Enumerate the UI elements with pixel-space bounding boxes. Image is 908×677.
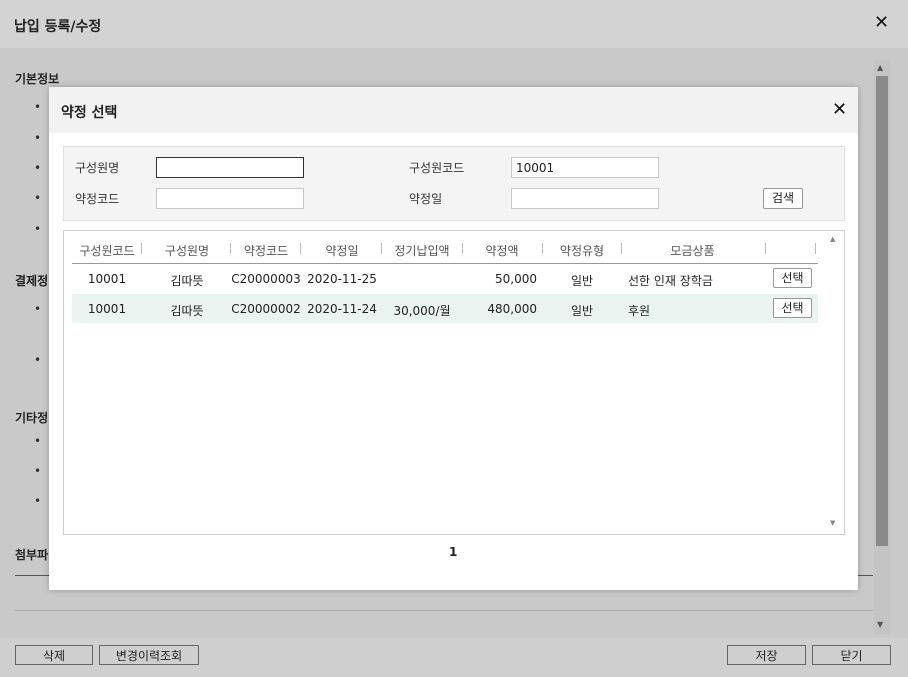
- pledge-code-input[interactable]: [156, 188, 304, 209]
- modal-header: 약정 선택 ✕: [49, 87, 858, 133]
- col-header: 정기납입액: [394, 244, 450, 258]
- section-payment-info: 결제정: [15, 274, 49, 288]
- cell-member-code: 10001: [87, 302, 127, 316]
- page-number[interactable]: 1: [449, 545, 457, 559]
- scrollbar-thumb[interactable]: [876, 76, 888, 546]
- bullet: •: [34, 222, 42, 236]
- search-button[interactable]: 검색: [763, 188, 803, 209]
- table-row[interactable]: 10001 김따뜻 C20000002 2020-11-24 30,000/월 …: [72, 294, 818, 323]
- divider: [15, 610, 873, 611]
- bullet: •: [34, 434, 42, 448]
- cell-product: 후원: [628, 304, 651, 318]
- col-separator: [542, 243, 543, 254]
- scroll-up-icon[interactable]: ▲: [877, 63, 883, 72]
- delete-button[interactable]: 삭제: [15, 645, 93, 665]
- col-header: 약정유형: [559, 244, 605, 258]
- col-header: 구성원코드: [79, 244, 135, 258]
- pledge-code-label: 약정코드: [75, 192, 120, 206]
- cell-product: 선한 인재 장학금: [628, 274, 713, 288]
- cell-pledge-date: 2020-11-25: [307, 272, 377, 286]
- select-button[interactable]: 선택: [773, 268, 812, 288]
- member-name-label: 구성원명: [75, 161, 120, 175]
- pledge-grid: 구성원코드 구성원명 약정코드 약정일 정기납입액 약정액 약정유형 모금상품 …: [63, 230, 845, 535]
- col-header: 모금상품: [670, 244, 715, 258]
- close-icon[interactable]: ✕: [832, 99, 847, 120]
- modal-title: 약정 선택: [61, 105, 118, 121]
- col-header: 약정코드: [243, 244, 289, 258]
- bullet: •: [34, 100, 42, 114]
- close-icon[interactable]: ✕: [874, 14, 889, 32]
- close-button[interactable]: 닫기: [812, 645, 891, 665]
- cell-pledge-type: 일반: [570, 274, 594, 288]
- col-header: 약정일: [325, 244, 359, 258]
- cell-pledge-date: 2020-11-24: [307, 302, 377, 316]
- col-header: 약정액: [485, 244, 519, 258]
- dialog-header: 납입 등록/수정 ✕: [0, 0, 908, 48]
- cell-member-code: 10001: [87, 272, 127, 286]
- scroll-down-icon[interactable]: ▼: [877, 620, 883, 629]
- select-button[interactable]: 선택: [773, 298, 812, 318]
- pledge-date-label: 약정일: [409, 192, 443, 206]
- member-code-label: 구성원코드: [409, 161, 465, 175]
- col-separator: [765, 243, 766, 254]
- section-basic-info: 기본정보: [15, 72, 60, 86]
- cell-pledge-code: C20000003: [231, 272, 301, 286]
- dialog-scrollbar[interactable]: ▲ ▼: [874, 60, 890, 634]
- scroll-up-icon[interactable]: ▲: [830, 235, 835, 243]
- bullet: •: [34, 464, 42, 478]
- bullet: •: [34, 494, 42, 508]
- cell-member-name: 김따뜻: [170, 274, 204, 288]
- col-separator: [815, 243, 816, 254]
- pledge-date-input[interactable]: [511, 188, 659, 209]
- member-code-input[interactable]: [511, 157, 659, 178]
- cell-member-name: 김따뜻: [170, 304, 204, 318]
- cell-pledge-amount: 480,000: [487, 302, 537, 316]
- bullet: •: [34, 191, 42, 205]
- pledge-select-modal: 약정 선택 ✕ 구성원명 구성원코드 약정코드 약정일 검색 구성원코드 구성원…: [49, 87, 858, 590]
- cell-pledge-code: C20000002: [231, 302, 301, 316]
- col-separator: [141, 243, 142, 254]
- change-history-button[interactable]: 변경이력조회: [99, 645, 199, 665]
- scroll-down-icon[interactable]: ▼: [830, 519, 835, 527]
- save-button[interactable]: 저장: [727, 645, 806, 665]
- bullet: •: [34, 131, 42, 145]
- bullet: •: [34, 302, 42, 316]
- bullet: •: [34, 353, 42, 367]
- dialog-title: 납입 등록/수정: [14, 19, 102, 35]
- table-row[interactable]: 10001 김따뜻 C20000003 2020-11-25 50,000 일반…: [72, 264, 818, 293]
- section-other-info: 기타정: [15, 411, 49, 425]
- col-separator: [462, 243, 463, 254]
- cell-pledge-type: 일반: [570, 304, 594, 318]
- bullet: •: [34, 161, 42, 175]
- cell-regular-payment: 30,000/월: [393, 304, 451, 318]
- grid-scrollbar[interactable]: ▲ ▼: [828, 233, 840, 530]
- col-header: 구성원명: [164, 244, 210, 258]
- cell-pledge-amount: 50,000: [495, 272, 537, 286]
- section-attachments: 첨부파: [15, 548, 49, 562]
- member-name-input[interactable]: [156, 157, 304, 178]
- grid-header: 구성원코드 구성원명 약정코드 약정일 정기납입액 약정액 약정유형 모금상품: [72, 233, 818, 264]
